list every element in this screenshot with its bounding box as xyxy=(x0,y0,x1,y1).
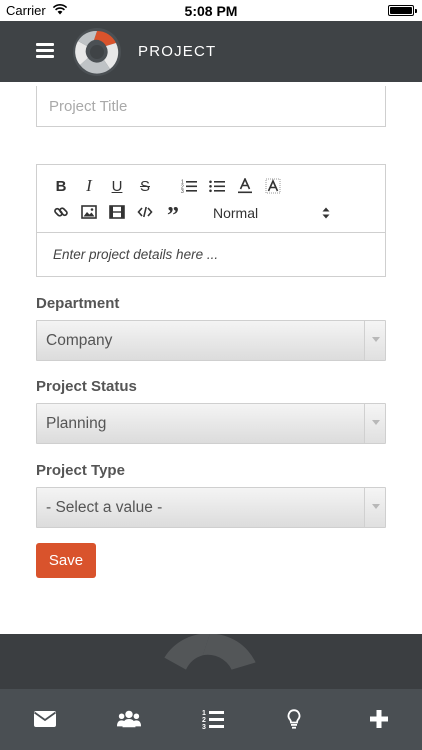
save-button[interactable]: Save xyxy=(36,543,96,578)
strikethrough-icon[interactable]: S xyxy=(135,176,155,196)
select-arrows-icon xyxy=(322,207,330,219)
video-icon[interactable] xyxy=(107,202,127,222)
svg-text:1: 1 xyxy=(202,710,206,717)
italic-icon[interactable]: I xyxy=(79,176,99,196)
text-format-value: Normal xyxy=(213,205,259,221)
link-icon[interactable] xyxy=(51,202,71,222)
project-status-label: Project Status xyxy=(36,378,137,395)
bullet-list-icon[interactable] xyxy=(207,176,227,196)
svg-text:3: 3 xyxy=(202,724,206,729)
status-bar: Carrier 5:08 PM xyxy=(0,0,422,21)
ordered-list-icon[interactable]: 123 xyxy=(179,176,199,196)
underline-icon[interactable]: U xyxy=(107,176,127,196)
project-form: B I U S 123 xyxy=(0,82,422,634)
footer-banner xyxy=(0,634,422,689)
users-icon[interactable] xyxy=(117,707,141,731)
chevron-down-icon xyxy=(364,321,385,360)
project-type-label: Project Type xyxy=(36,462,125,479)
department-select[interactable]: Company xyxy=(36,320,386,361)
blockquote-icon[interactable]: ” xyxy=(163,202,183,228)
top-navbar: PROJECT xyxy=(0,21,422,82)
bold-icon[interactable]: B xyxy=(51,176,71,196)
battery-icon xyxy=(388,5,417,16)
department-value: Company xyxy=(46,332,113,349)
chevron-down-icon xyxy=(364,404,385,443)
swirl-watermark-icon xyxy=(164,634,256,670)
code-icon[interactable] xyxy=(135,202,155,222)
department-label: Department xyxy=(36,295,120,312)
svg-text:2: 2 xyxy=(202,717,206,724)
project-type-value: - Select a value - xyxy=(46,499,163,516)
page-title: PROJECT xyxy=(138,43,217,60)
clock: 5:08 PM xyxy=(184,3,238,19)
lightbulb-icon[interactable] xyxy=(282,707,306,731)
plus-icon[interactable] xyxy=(367,707,391,731)
editor-toolbar: B I U S 123 ” Normal xyxy=(37,165,385,233)
hamburger-menu-icon[interactable] xyxy=(36,43,54,59)
font-color-icon[interactable] xyxy=(235,176,255,196)
project-status-select[interactable]: Planning xyxy=(36,403,386,444)
text-format-select[interactable]: Normal xyxy=(211,202,330,224)
image-icon[interactable] xyxy=(79,202,99,222)
rich-text-editor: B I U S 123 ” Normal Enter project detai… xyxy=(36,164,386,277)
svg-text:3: 3 xyxy=(181,189,184,193)
project-title-input[interactable] xyxy=(36,86,386,127)
numbered-list-icon[interactable]: 123 xyxy=(201,707,225,731)
project-status-value: Planning xyxy=(46,415,107,432)
project-details-editor[interactable]: Enter project details here ... xyxy=(37,233,385,276)
background-color-icon[interactable] xyxy=(263,176,283,196)
swirl-logo-icon xyxy=(73,28,121,76)
project-type-select[interactable]: - Select a value - xyxy=(36,487,386,528)
chevron-down-icon xyxy=(364,488,385,527)
mail-icon[interactable] xyxy=(33,707,57,731)
bottom-tab-bar: 123 xyxy=(0,689,422,750)
